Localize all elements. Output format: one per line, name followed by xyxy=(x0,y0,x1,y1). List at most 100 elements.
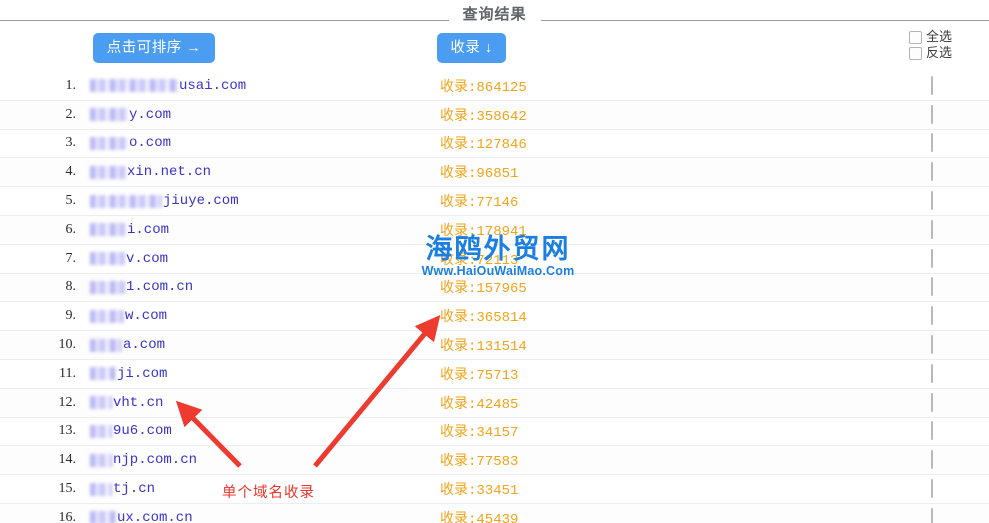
domain-link[interactable]: tj.cn xyxy=(90,481,155,497)
domain-link[interactable]: 9u6.com xyxy=(90,423,172,439)
row-checkbox-cell[interactable] xyxy=(931,277,933,297)
row-checkbox-cell[interactable] xyxy=(931,219,933,239)
table-row[interactable]: 15. tj.cn 收录:33451 xyxy=(0,475,989,504)
row-checkbox-cell[interactable] xyxy=(931,75,933,95)
domain-link[interactable]: o.com xyxy=(90,135,171,151)
domain-link[interactable]: usai.com xyxy=(90,78,246,94)
domain-suffix: vht.cn xyxy=(113,394,164,411)
redacted-domain-prefix xyxy=(90,338,122,352)
domain-link[interactable]: xin.net.cn xyxy=(90,164,211,180)
row-checkbox-cell[interactable] xyxy=(931,479,933,499)
domain-suffix: tj.cn xyxy=(113,481,156,498)
row-checkbox[interactable] xyxy=(931,306,933,326)
row-checkbox-cell[interactable] xyxy=(931,507,933,523)
domain-link[interactable]: njp.com.cn xyxy=(90,452,197,468)
domain-link[interactable]: ux.com.cn xyxy=(90,510,193,523)
table-row[interactable]: 12. vht.cn 收录:42485 xyxy=(0,388,989,418)
domain-link[interactable]: jiuye.com xyxy=(90,193,239,209)
row-checkbox[interactable] xyxy=(931,133,933,153)
row-checkbox[interactable] xyxy=(931,248,933,268)
select-all-checkbox[interactable] xyxy=(909,30,922,44)
row-number: 10. xyxy=(58,337,77,353)
row-checkbox-cell[interactable] xyxy=(931,421,933,441)
redacted-domain-prefix xyxy=(90,453,112,467)
domain-link[interactable]: vht.cn xyxy=(90,395,163,411)
table-row[interactable]: 1. usai.com 收录:864125 xyxy=(0,72,989,101)
row-checkbox-cell[interactable] xyxy=(931,392,933,412)
table-row[interactable]: 10. a.com 收录:131514 xyxy=(0,331,989,360)
row-checkbox[interactable] xyxy=(931,162,933,182)
header-rule-right xyxy=(540,19,989,21)
domain-suffix: y.com xyxy=(129,106,172,123)
index-count-value: 收录:131514 xyxy=(440,339,527,356)
row-checkbox[interactable] xyxy=(931,335,933,355)
row-number: 8. xyxy=(65,279,77,295)
table-row[interactable]: 8. 1.com.cn 收录:157965 xyxy=(0,273,989,303)
selection-controls: 全选 反选 xyxy=(909,30,979,60)
page-title: 查询结果 xyxy=(462,6,527,23)
domain-link[interactable]: 1.com.cn xyxy=(90,279,193,295)
domain-link[interactable]: v.com xyxy=(90,251,168,267)
table-row[interactable]: 13. 9u6.com 收录:34157 xyxy=(0,417,989,447)
row-checkbox-cell[interactable] xyxy=(931,306,933,326)
table-row[interactable]: 5. jiuye.com 收录:77146 xyxy=(0,187,989,216)
row-checkbox[interactable] xyxy=(931,479,933,499)
row-checkbox[interactable] xyxy=(931,219,933,239)
row-number: 15. xyxy=(58,481,77,497)
header-rule-left xyxy=(0,19,449,21)
table-row[interactable]: 4. xin.net.cn 收录:96851 xyxy=(0,158,989,188)
select-all-row[interactable]: 全选 xyxy=(909,30,952,44)
table-row[interactable]: 11. ji.com 收录:75713 xyxy=(0,359,989,389)
row-checkbox[interactable] xyxy=(931,363,933,383)
table-row[interactable]: 14. njp.com.cn 收录:77583 xyxy=(0,446,989,476)
row-number: 5. xyxy=(65,193,77,209)
row-checkbox-cell[interactable] xyxy=(931,248,933,268)
row-checkbox[interactable] xyxy=(931,277,933,297)
table-row[interactable]: 6. i.com 收录:178941 xyxy=(0,215,989,245)
redacted-domain-prefix xyxy=(90,482,112,496)
row-checkbox-cell[interactable] xyxy=(931,450,933,470)
domain-link[interactable]: y.com xyxy=(90,107,171,123)
table-row[interactable]: 9. w.com 收录:365814 xyxy=(0,302,989,332)
row-checkbox[interactable] xyxy=(931,421,933,441)
row-number: 9. xyxy=(65,308,77,324)
index-count-value: 收录:34157 xyxy=(440,425,519,442)
row-checkbox-cell[interactable] xyxy=(931,162,933,182)
redacted-domain-prefix xyxy=(90,396,112,410)
domain-suffix: ux.com.cn xyxy=(117,509,193,523)
row-checkbox[interactable] xyxy=(931,392,933,412)
row-checkbox-cell[interactable] xyxy=(931,191,933,211)
domain-suffix: 1.com.cn xyxy=(126,279,194,296)
row-checkbox[interactable] xyxy=(931,104,933,124)
page-header: 查询结果 xyxy=(0,0,989,30)
index-count-value: 收录:365814 xyxy=(440,310,527,327)
row-checkbox[interactable] xyxy=(931,507,933,523)
table-row[interactable]: 2. y.com 收录:358642 xyxy=(0,100,989,130)
index-count-value: 收录:96851 xyxy=(440,166,519,183)
redacted-domain-prefix xyxy=(90,194,162,208)
row-number: 11. xyxy=(59,365,76,381)
table-row[interactable]: 3. o.com 收录:127846 xyxy=(0,129,989,159)
row-checkbox-cell[interactable] xyxy=(931,104,933,124)
index-count-value: 收录:33451 xyxy=(440,483,519,500)
row-checkbox[interactable] xyxy=(931,450,933,470)
domain-link[interactable]: a.com xyxy=(90,337,165,353)
index-count-value: 收录:72113 xyxy=(440,252,519,269)
sort-by-domain-button[interactable]: 点击可排序 → xyxy=(93,33,215,63)
redacted-domain-prefix xyxy=(90,280,125,294)
table-row[interactable]: 7. v.com 收录:72113 xyxy=(0,244,989,274)
row-checkbox[interactable] xyxy=(931,75,933,95)
domain-link[interactable]: ji.com xyxy=(90,366,167,382)
invert-select-checkbox[interactable] xyxy=(909,46,922,60)
invert-select-row[interactable]: 反选 xyxy=(909,46,952,60)
sort-by-index-count-button[interactable]: 收录 ↓ xyxy=(437,33,506,63)
row-number: 4. xyxy=(65,164,77,180)
redacted-domain-prefix xyxy=(90,108,128,122)
table-row[interactable]: 16. ux.com.cn 收录:45439 xyxy=(0,503,989,523)
row-checkbox[interactable] xyxy=(931,191,933,211)
row-checkbox-cell[interactable] xyxy=(931,335,933,355)
row-checkbox-cell[interactable] xyxy=(931,363,933,383)
domain-link[interactable]: w.com xyxy=(90,308,167,324)
domain-link[interactable]: i.com xyxy=(90,222,169,238)
row-checkbox-cell[interactable] xyxy=(931,133,933,153)
